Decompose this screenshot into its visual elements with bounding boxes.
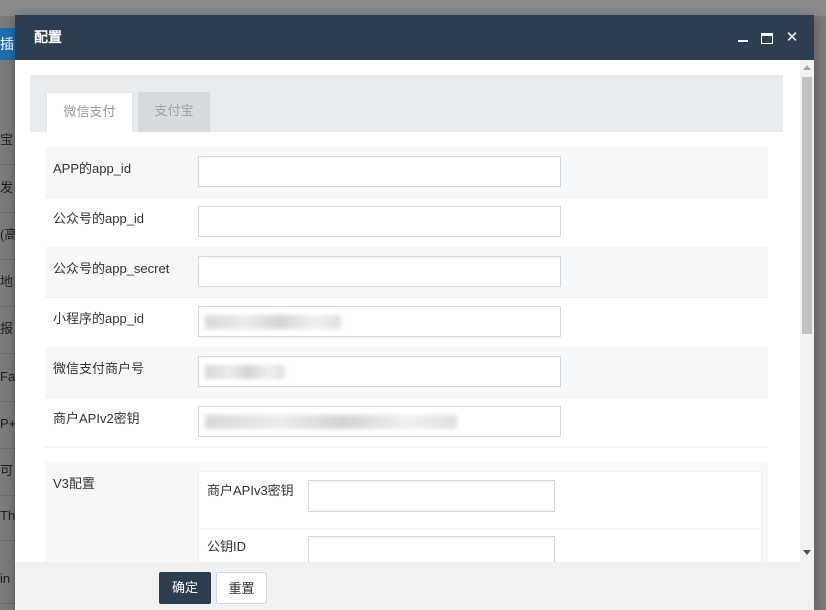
dialog-titlebar: 配置 ✕ [15,15,814,60]
host-row-3: 地 [0,258,16,307]
merchant-id-input[interactable] [198,356,561,387]
tab-alipay[interactable]: 支付宝 [138,92,210,132]
field-label: 公钥ID [207,539,247,554]
apiv3-key-input[interactable] [308,480,555,512]
miniprogram-app-id-input[interactable] [198,306,561,337]
minimize-button[interactable] [732,15,754,60]
blurred-value [205,365,285,379]
dialog-title: 配置 [34,29,62,45]
app-id-input[interactable] [198,156,561,187]
dialog-footer: 确定 重置 [15,562,814,610]
host-row-7: 可 [0,447,16,496]
mp-app-secret-input[interactable] [198,256,561,287]
public-key-id-input[interactable] [308,536,555,562]
reset-button[interactable]: 重置 [216,572,267,604]
host-row-0: 宝 [0,116,16,165]
field-label: 微信支付商户号 [53,361,145,376]
host-row-1: 发 [0,164,16,213]
close-icon: ✕ [785,29,799,46]
field-row-app-id: APP的app_id [45,147,768,198]
field-label: 商户APIv2密钥 [53,411,140,426]
scrollbar-thumb[interactable] [802,77,812,334]
config-dialog: 配置 ✕ 微信支付 支付宝 APP的app_id 公众号的app_id 公众号的… [15,15,814,610]
maximize-icon [761,32,773,44]
blurred-value [205,315,341,329]
tab-wechat-pay[interactable]: 微信支付 [46,92,133,133]
host-row-9: in [0,555,16,604]
field-label: 公众号的app_secret [53,261,170,276]
close-button[interactable]: ✕ [781,15,803,60]
v3-config-section: V3配置 商户APIv3密钥 公钥ID [45,462,768,562]
v3-config-panel: 商户APIv3密钥 公钥ID [198,471,762,562]
host-row-2: (高 [0,211,16,260]
field-row-miniprogram-app-id: 小程序的app_id [45,297,768,348]
host-row-5: Fa [0,353,16,402]
confirm-button[interactable]: 确定 [159,572,211,604]
mp-app-id-input[interactable] [198,206,561,237]
field-row-mp-app-id: 公众号的app_id [45,197,768,248]
field-label: APP的app_id [53,161,132,176]
dialog-body: 微信支付 支付宝 APP的app_id 公众号的app_id 公众号的app_s… [15,60,800,562]
blurred-value [205,415,457,429]
host-row-8: Thi [0,492,16,541]
host-top-bar [0,0,826,16]
maximize-button[interactable] [756,15,778,60]
tab-bar: 微信支付 支付宝 [30,75,783,133]
field-row-apiv2-key: 商户APIv2密钥 [45,397,768,448]
apiv2-key-input[interactable] [198,406,561,437]
field-label: 公众号的app_id [53,211,145,226]
v3-config-label: V3配置 [53,476,95,491]
field-label: 商户APIv3密钥 [207,483,294,498]
host-row-4: 报 [0,305,16,354]
host-row-6: P+ [0,400,16,449]
v3-row-apiv3-key: 商户APIv3密钥 [199,472,761,529]
v3-row-public-key-id: 公钥ID [199,529,761,562]
scroll-up-icon[interactable] [803,65,811,70]
field-label: 小程序的app_id [53,311,145,326]
field-row-merchant-id: 微信支付商户号 [45,347,768,398]
minimize-icon [738,40,748,43]
scroll-down-icon[interactable] [803,550,811,555]
field-row-mp-app-secret: 公众号的app_secret [45,247,768,298]
vertical-scrollbar[interactable] [800,60,814,562]
